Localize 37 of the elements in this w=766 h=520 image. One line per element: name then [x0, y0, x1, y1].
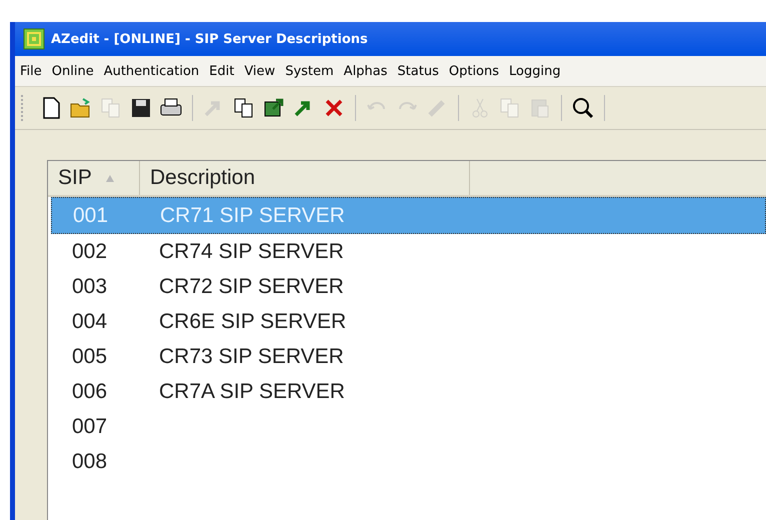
table-cell-text: CR6E SIP SERVER	[158, 310, 346, 334]
list-row[interactable]: 004 CR6E SIP SERVER	[51, 304, 766, 339]
menu-item[interactable]: Status	[392, 64, 444, 78]
table-cell-text: 001	[72, 204, 110, 228]
column-header[interactable]: SIP	[48, 161, 140, 195]
table-cell-text: 005	[71, 344, 108, 368]
menu-item[interactable]: Options	[444, 64, 504, 78]
table-cell-text: CR74 SIP SERVER	[158, 240, 344, 264]
menu-item[interactable]: Online	[46, 64, 99, 78]
table-cell-text: 004	[71, 310, 108, 334]
table-cell-text: CR73 SIP SERVER	[158, 344, 344, 368]
menu-item[interactable]: Edit	[204, 64, 240, 78]
sort-arrow-icon	[106, 174, 114, 182]
column-header[interactable]: Description	[140, 161, 470, 195]
table-cell-text: 002	[71, 240, 108, 264]
menu-item[interactable]: File	[15, 64, 47, 78]
list-row[interactable]: 002 CR74 SIP SERVER	[51, 234, 766, 269]
menu-item[interactable]: View	[239, 64, 280, 78]
menu-item[interactable]: Alphas	[338, 64, 392, 78]
table-cell-text: 008	[71, 450, 108, 474]
app-icon	[23, 28, 45, 50]
menu-item[interactable]: Authentication	[98, 64, 204, 78]
table-cell-text: CR71 SIP SERVER	[159, 204, 345, 228]
window-title: AZedit - [ONLINE] - SIP Server Descriptions	[51, 32, 368, 46]
list-row[interactable]: 007	[51, 409, 766, 444]
search-icon[interactable]	[570, 95, 596, 121]
table-cell-text: CR72 SIP SERVER	[158, 274, 344, 298]
table-cell-text: CR7A SIP SERVER	[158, 380, 345, 404]
list-row[interactable]: 006 CR7A SIP SERVER	[51, 374, 766, 409]
table-cell-text: 007	[71, 414, 108, 438]
list-row[interactable]: 005 CR73 SIP SERVER	[51, 339, 766, 374]
table-cell-text: 003	[71, 274, 108, 298]
table-cell-text: 006	[71, 380, 108, 404]
list-row[interactable]: 008	[51, 444, 766, 479]
menu-item[interactable]: Logging	[504, 64, 566, 78]
menu-item[interactable]: System	[280, 64, 339, 78]
list-row[interactable]: 003 CR72 SIP SERVER	[51, 269, 766, 304]
